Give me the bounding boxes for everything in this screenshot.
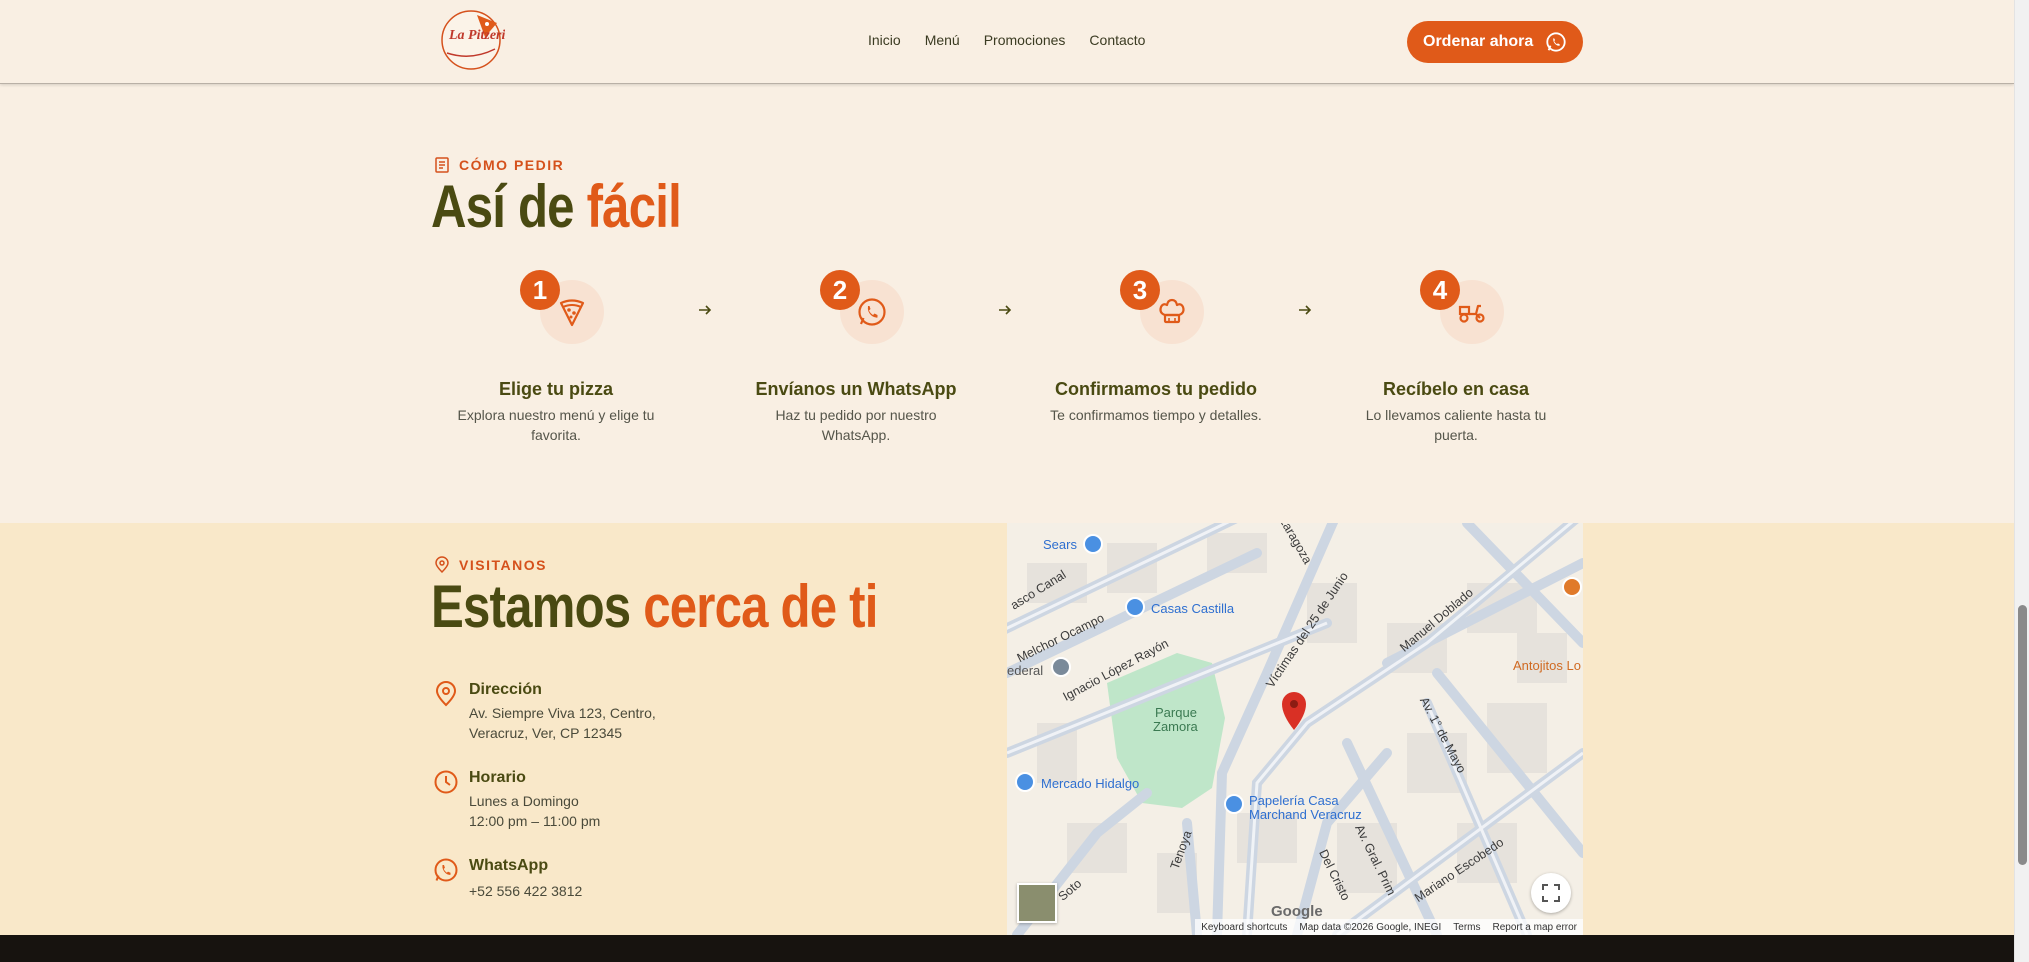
logo[interactable]: La Pitzeria <box>437 9 505 71</box>
shop-poi-icon[interactable] <box>1083 534 1103 554</box>
step-4-number: 4 <box>1420 270 1460 310</box>
restaurant-poi-icon[interactable] <box>1562 577 1582 597</box>
arrow-right-icon <box>699 305 712 315</box>
nav-promociones[interactable]: Promociones <box>984 32 1066 48</box>
step-3-desc: Te confirmamos tiempo y detalles. <box>1050 407 1262 423</box>
map-place-papeleria-2[interactable]: Marchand Veracruz <box>1249 807 1362 822</box>
how-title-b: fácil <box>586 173 682 240</box>
visit-eyebrow-text: VISITANOS <box>459 557 547 573</box>
location-marker-icon[interactable] <box>1280 691 1308 731</box>
whatsapp-number[interactable]: +52 556 422 3812 <box>469 881 582 901</box>
page-footer <box>0 935 2014 962</box>
satellite-toggle[interactable] <box>1017 883 1057 923</box>
order-now-label: Ordenar ahora <box>1423 33 1534 50</box>
nav-inicio[interactable]: Inicio <box>868 32 901 48</box>
step-1-number: 1 <box>520 270 560 310</box>
address-value: Av. Siempre Viva 123, Centro, Veracruz, … <box>469 703 656 743</box>
map-place-sears[interactable]: Sears <box>1043 537 1077 552</box>
map-place-papeleria-1[interactable]: Papelería Casa <box>1249 793 1339 808</box>
scooter-icon <box>1458 304 1485 323</box>
hours-line-2: 12:00 pm – 11:00 pm <box>469 813 601 829</box>
fullscreen-icon <box>1542 884 1560 902</box>
map-data-credit: Map data ©2026 Google, INEGI <box>1299 921 1442 933</box>
shop-poi-icon[interactable] <box>1224 794 1244 814</box>
hours-label: Horario <box>469 769 526 786</box>
map-place-federal[interactable]: ederal <box>1007 663 1043 678</box>
google-logo: Google <box>1271 903 1323 920</box>
scrollbar-thumb[interactable] <box>2018 605 2027 865</box>
whatsapp-icon <box>858 298 886 326</box>
arrow-right-icon <box>1299 305 1312 315</box>
address-label: Dirección <box>469 681 542 698</box>
step-1-title: Elige tu pizza <box>498 379 613 399</box>
step-2-number: 2 <box>820 270 860 310</box>
step-4-title: Recíbelo en casa <box>1382 379 1530 399</box>
hours-block: Horario Lunes a Domingo 12:00 pm – 11:00… <box>433 769 693 829</box>
step-4: 4 Recíbelo en casa Lo llevamos caliente … <box>1346 270 1566 450</box>
step-1-desc: Explora nuestro menú y elige tu favorita… <box>457 407 655 443</box>
visit-title: Estamos cerca de ti <box>431 572 878 641</box>
address-line-1: Av. Siempre Viva 123, Centro, <box>469 705 656 721</box>
step-4-desc: Lo llevamos caliente hasta tu puerta. <box>1365 407 1547 443</box>
whatsapp-icon <box>434 858 458 882</box>
step-2-desc: Haz tu pedido por nuestro WhatsApp. <box>775 407 937 443</box>
step-2: 2 Envíanos un WhatsApp Haz tu pedido por… <box>746 270 966 450</box>
cart-poi-icon[interactable] <box>1015 772 1035 792</box>
logo-text: La Pitzeria <box>448 28 505 43</box>
scrollbar[interactable] <box>2014 0 2029 962</box>
map-place-parque[interactable]: Parque <box>1155 705 1197 720</box>
map-place-antojitos[interactable]: Antojitos Lo <box>1513 658 1581 673</box>
visit-title-a: Estamos <box>431 573 631 640</box>
step-3-number: 3 <box>1120 270 1160 310</box>
map-place-casas-castilla[interactable]: Casas Castilla <box>1151 601 1234 616</box>
fullscreen-button[interactable] <box>1531 873 1571 913</box>
step-2-title: Envíanos un WhatsApp <box>755 379 957 399</box>
location-pin-icon <box>435 681 457 707</box>
whatsapp-label: WhatsApp <box>469 857 549 874</box>
chef-hat-icon <box>1159 298 1185 324</box>
whatsapp-icon <box>1546 32 1566 52</box>
how-eyebrow-text: CÓMO PEDIR <box>459 157 565 173</box>
how-title: Así de fácil <box>431 172 682 241</box>
map-terms-link[interactable]: Terms <box>1453 922 1480 933</box>
visit-title-b: cerca de ti <box>643 573 878 640</box>
step-3-title: Confirmamos tu pedido <box>1055 379 1257 399</box>
map-footer: Keyboard shortcuts Map data ©2026 Google… <box>1195 919 1583 935</box>
clock-icon <box>434 770 458 794</box>
pizza-icon <box>559 299 585 327</box>
hours-value: Lunes a Domingo 12:00 pm – 11:00 pm <box>469 791 600 831</box>
map-place-mercado-hidalgo[interactable]: Mercado Hidalgo <box>1041 776 1139 791</box>
map-place-zamora[interactable]: Zamora <box>1153 719 1198 734</box>
address-line-2: Veracruz, Ver, CP 12345 <box>469 725 623 741</box>
map-report-error-link[interactable]: Report a map error <box>1493 922 1577 933</box>
step-3: 3 Confirmamos tu pedido Te confirmamos t… <box>1046 270 1266 450</box>
shop-poi-icon[interactable] <box>1125 597 1145 617</box>
address-block: Dirección Av. Siempre Viva 123, Centro, … <box>433 681 693 741</box>
step-1: 1 Elige tu pizza Explora nuestro menú y … <box>446 270 666 450</box>
nav-contacto[interactable]: Contacto <box>1089 32 1145 48</box>
site-header: La Pitzeria Inicio Menú Promociones Cont… <box>0 0 2014 84</box>
whatsapp-block: WhatsApp +52 556 422 3812 <box>433 857 693 907</box>
order-now-button[interactable]: Ordenar ahora <box>1407 21 1583 63</box>
nav-menu[interactable]: Menú <box>925 32 960 48</box>
landmark-poi-icon[interactable] <box>1051 657 1071 677</box>
map-embed[interactable]: Sears Casas Castilla ederal Parque Zamor… <box>1007 523 1583 935</box>
how-title-a: Así de <box>431 173 575 240</box>
arrow-right-icon <box>999 305 1012 315</box>
main-nav: Inicio Menú Promociones Contacto <box>868 32 1169 48</box>
hours-line-1: Lunes a Domingo <box>469 793 579 809</box>
map-keyboard-shortcuts[interactable]: Keyboard shortcuts <box>1201 922 1287 933</box>
